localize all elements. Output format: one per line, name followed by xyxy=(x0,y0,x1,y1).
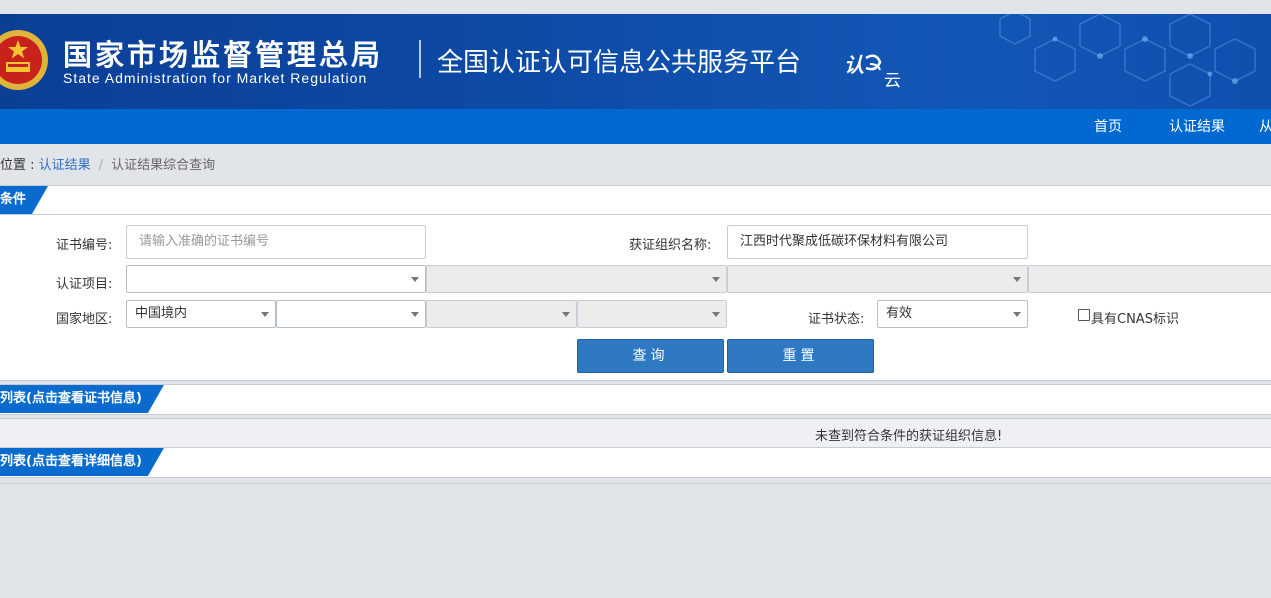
divider-line xyxy=(0,483,1271,484)
cnas-checkbox-label: 具有CNAS标识 xyxy=(1091,312,1179,327)
breadcrumb-link-cert-results[interactable]: 认证结果 xyxy=(39,158,91,173)
status-select[interactable]: 有效 xyxy=(877,300,1028,328)
site-header-banner: 国家市场监督管理总局 State Administration for Mark… xyxy=(0,14,1271,109)
svg-text:云: 云 xyxy=(884,71,901,88)
region-select-1[interactable]: 中国境内 xyxy=(126,300,276,328)
chevron-down-icon xyxy=(1013,277,1021,282)
search-panel-header: 条件 xyxy=(0,186,1271,215)
reset-button[interactable]: 重置 xyxy=(727,339,874,373)
breadcrumb-prefix: 位置 : xyxy=(0,158,39,173)
cert-list-header: 列表(点击查看证书信息) xyxy=(0,385,1271,413)
region-select-3[interactable] xyxy=(426,300,577,328)
nav-item-home[interactable]: 首页 xyxy=(1094,109,1122,144)
national-emblem-icon xyxy=(0,30,48,90)
org-name-input[interactable]: 江西时代聚成低碳环保材料有限公司 xyxy=(727,225,1028,259)
chevron-down-icon xyxy=(411,312,419,317)
region-label: 国家地区: xyxy=(56,312,113,327)
header-divider xyxy=(419,40,421,78)
breadcrumb: 位置 : 认证结果 / 认证结果综合查询 xyxy=(0,154,215,173)
search-panel: 条件 证书编号: 请输入准确的证书编号 获证组织名称: 江西时代聚成低碳环保材料… xyxy=(0,185,1271,381)
project-select-2[interactable] xyxy=(426,265,727,293)
detail-list-title: 列表(点击查看详细信息) xyxy=(0,448,164,476)
project-label: 认证项目: xyxy=(56,277,113,292)
detail-list-header: 列表(点击查看详细信息) xyxy=(0,448,1271,476)
chevron-down-icon xyxy=(712,312,720,317)
org-name-cn: 国家市场监督管理总局 xyxy=(63,38,384,72)
breadcrumb-separator: / xyxy=(98,158,104,173)
chevron-down-icon xyxy=(562,312,570,317)
project-select-4[interactable] xyxy=(1028,265,1271,293)
cert-list-panel: 列表(点击查看证书信息) xyxy=(0,384,1271,415)
main-nav-bar: 首页 认证结果 从 xyxy=(0,109,1271,144)
query-button[interactable]: 查询 xyxy=(577,339,724,373)
chevron-down-icon xyxy=(411,277,419,282)
platform-title: 全国认证认可信息公共服务平台 xyxy=(437,48,802,78)
region-select-2[interactable] xyxy=(276,300,426,328)
cert-no-input[interactable]: 请输入准确的证书编号 xyxy=(126,225,426,259)
cnas-checkbox[interactable] xyxy=(1078,309,1090,321)
project-select-3[interactable] xyxy=(727,265,1028,293)
cert-list-result: 未查到符合条件的获证组织信息! xyxy=(0,418,1271,448)
org-name-label: 获证组织名称: xyxy=(629,238,712,253)
nav-item-partial[interactable]: 从 xyxy=(1259,109,1271,144)
project-select-1[interactable] xyxy=(126,265,426,293)
detail-list-panel: 列表(点击查看详细信息) xyxy=(0,447,1271,478)
renyun-logo-icon: 认 云 xyxy=(844,53,901,88)
cert-list-title: 列表(点击查看证书信息) xyxy=(0,385,164,413)
empty-result-message: 未查到符合条件的获证组织信息! xyxy=(815,429,1003,444)
search-panel-title: 条件 xyxy=(0,186,48,214)
svg-text:认: 认 xyxy=(844,53,864,77)
chevron-down-icon xyxy=(712,277,720,282)
breadcrumb-current: 认证结果综合查询 xyxy=(111,158,216,173)
chevron-down-icon xyxy=(261,312,269,317)
cert-no-label: 证书编号: xyxy=(56,238,113,253)
status-label: 证书状态: xyxy=(808,312,865,327)
chevron-down-icon xyxy=(1013,312,1021,317)
org-name-en: State Administration for Market Regulati… xyxy=(63,70,368,86)
nav-item-cert-results[interactable]: 认证结果 xyxy=(1169,109,1225,144)
region-select-4[interactable] xyxy=(577,300,727,328)
